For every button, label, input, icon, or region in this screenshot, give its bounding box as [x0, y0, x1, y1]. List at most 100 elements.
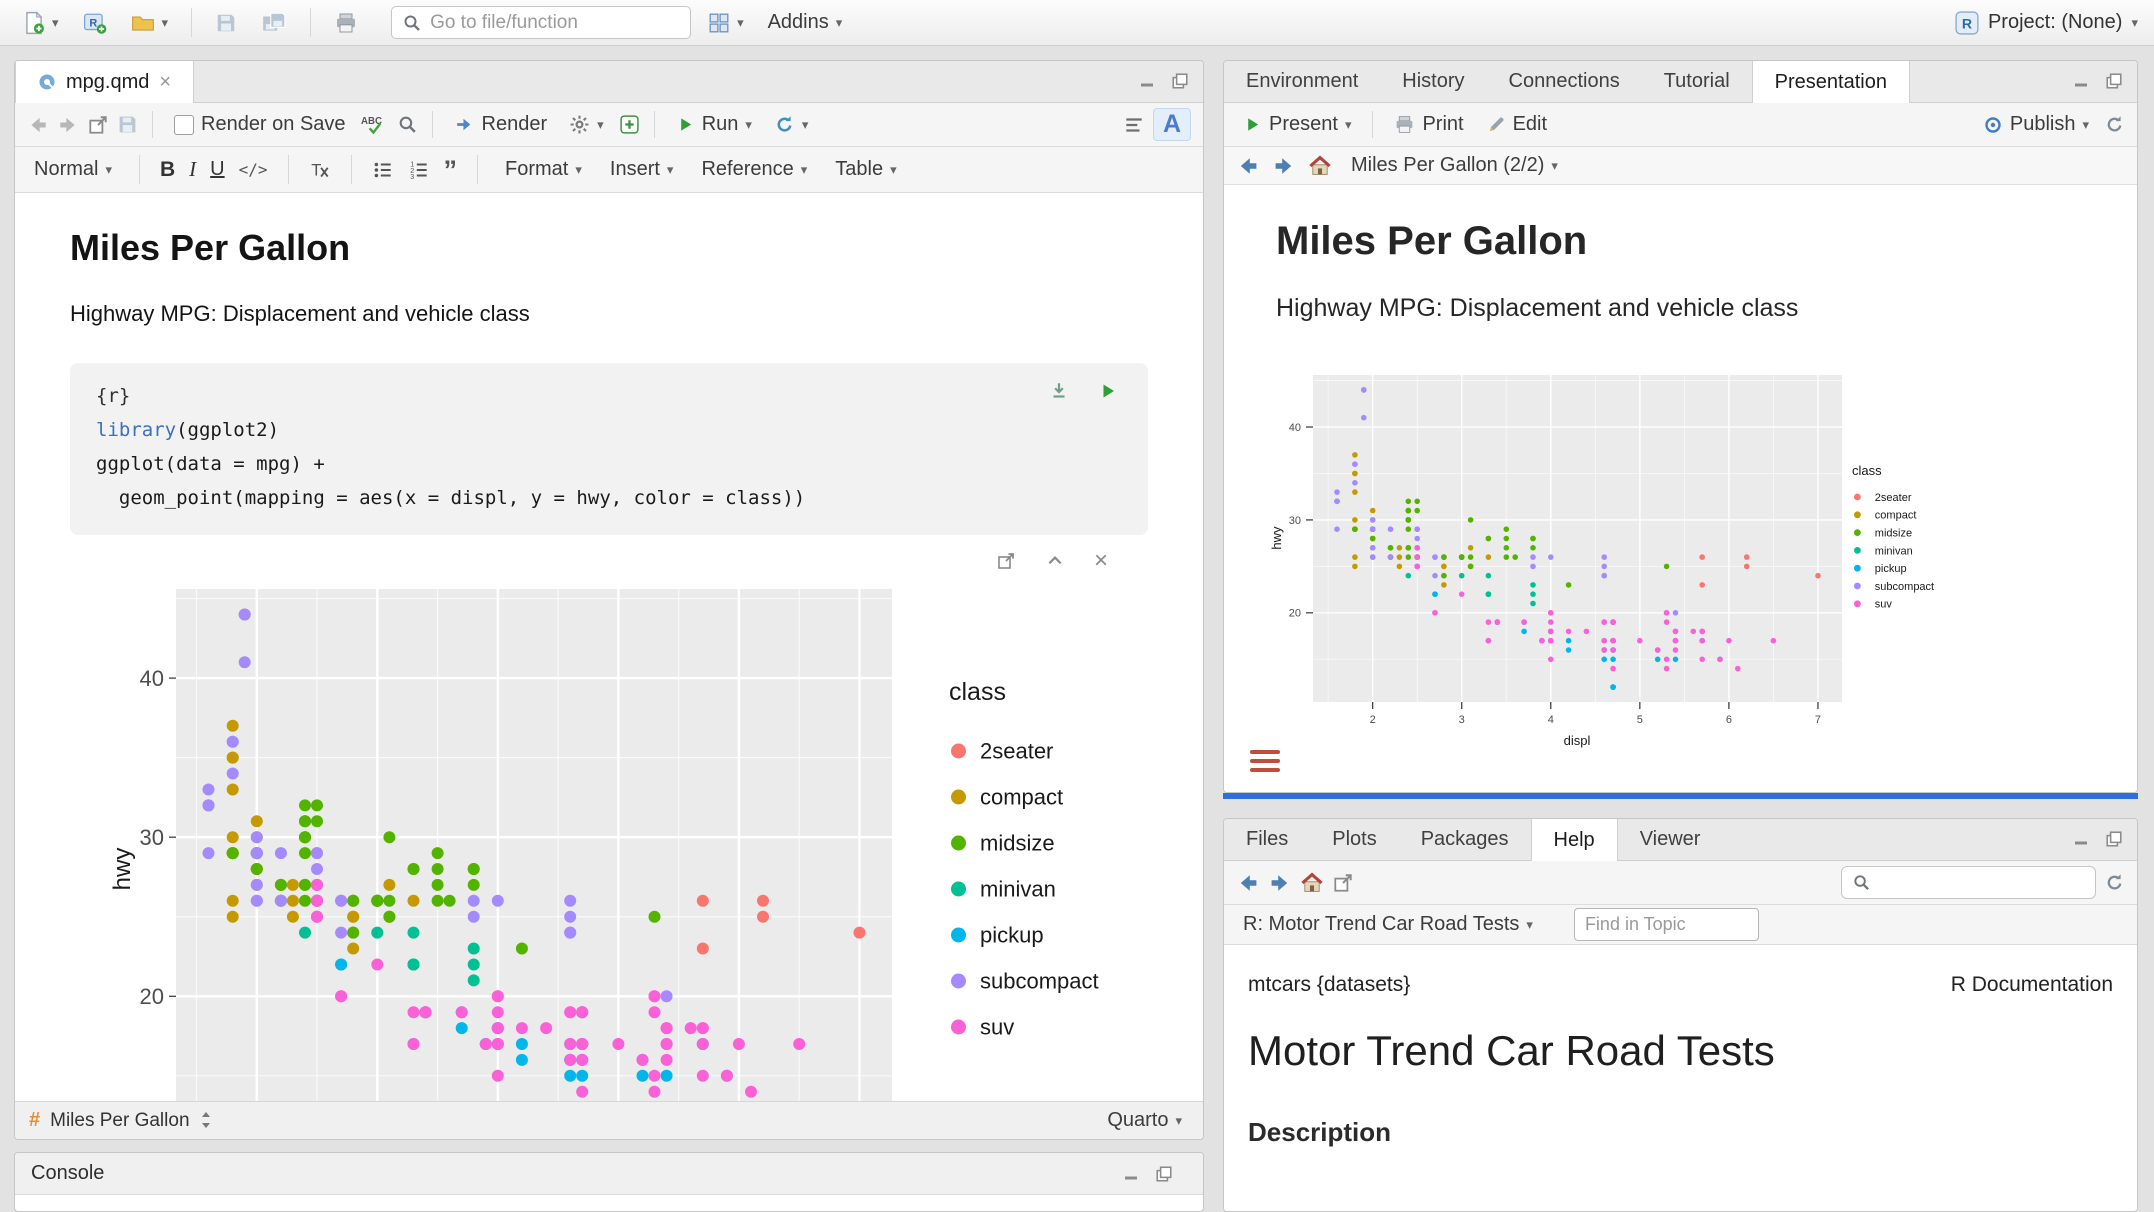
divider: [191, 8, 192, 37]
help-search-input[interactable]: [1879, 872, 2085, 893]
pane-splitter[interactable]: [1223, 793, 2138, 799]
help-topic-label: R: Motor Trend Car Road Tests: [1243, 913, 1519, 936]
tab-tutorial[interactable]: Tutorial: [1642, 61, 1752, 102]
save-button[interactable]: [208, 8, 244, 37]
save-icon[interactable]: [117, 114, 138, 135]
outline-icon[interactable]: [1123, 114, 1145, 136]
back-icon[interactable]: [27, 114, 49, 136]
run-chunk-icon[interactable]: [1098, 379, 1118, 402]
help-topic-menu[interactable]: R: Motor Trend Car Road Tests ▾: [1236, 910, 1540, 939]
minimize-pane-icon[interactable]: [2073, 831, 2089, 849]
print-button[interactable]: [327, 8, 365, 38]
run-chunks-above-icon[interactable]: [1048, 379, 1070, 402]
back-icon[interactable]: [1236, 871, 1260, 895]
code-chunk[interactable]: {r} library(ggplot2)ggplot(data = mpg) +…: [70, 363, 1148, 535]
workspace-panes-button[interactable]: ▾: [701, 8, 751, 37]
svg-text:20: 20: [1289, 608, 1301, 620]
paragraph-style-menu[interactable]: Normal ▾: [27, 155, 119, 184]
svg-text:T: T: [311, 161, 321, 179]
document-editor[interactable]: Miles Per Gallon Highway MPG: Displaceme…: [15, 193, 1203, 1101]
tab-presentation[interactable]: Presentation: [1752, 61, 1910, 103]
home-icon[interactable]: [1308, 154, 1332, 178]
minimize-pane-icon[interactable]: [1139, 73, 1155, 91]
maximize-pane-icon[interactable]: [2105, 72, 2123, 90]
console-title[interactable]: Console: [31, 1162, 104, 1185]
addins-menu[interactable]: Addins ▾: [761, 8, 850, 37]
clear-format-icon[interactable]: T: [309, 159, 331, 181]
svg-text:subcompact: subcompact: [980, 969, 1099, 994]
forward-icon[interactable]: [57, 114, 79, 136]
save-all-button[interactable]: [254, 8, 294, 38]
present-button[interactable]: Present ▾: [1236, 110, 1358, 139]
goto-file-input[interactable]: [430, 12, 680, 34]
help-package-label: mtcars {datasets}: [1248, 973, 1410, 997]
refresh-icon[interactable]: [2104, 114, 2125, 135]
tab-packages[interactable]: Packages: [1399, 819, 1531, 860]
new-file-button[interactable]: ▾: [16, 8, 66, 38]
tab-history[interactable]: History: [1380, 61, 1486, 102]
italic-button[interactable]: I: [189, 157, 196, 182]
close-icon[interactable]: ×: [159, 71, 171, 94]
numbered-list-icon[interactable]: 123: [408, 159, 430, 181]
render-options-button[interactable]: ▾: [562, 110, 611, 139]
forward-icon[interactable]: [1268, 871, 1292, 895]
bullet-list-icon[interactable]: [372, 159, 394, 181]
rerun-button[interactable]: ▾: [767, 110, 816, 139]
insert-menu[interactable]: Insert▾: [603, 155, 681, 184]
tab-connections[interactable]: Connections: [1487, 61, 1642, 102]
tab-plots[interactable]: Plots: [1310, 819, 1398, 860]
goto-file-search[interactable]: [391, 6, 691, 39]
underline-button[interactable]: U: [210, 158, 224, 181]
maximize-pane-icon[interactable]: [1155, 1162, 1173, 1185]
slide-menu-icon[interactable]: [1250, 750, 1280, 772]
collapse-output-icon[interactable]: [1046, 552, 1064, 570]
svg-text:20: 20: [140, 984, 164, 1009]
search-icon[interactable]: [397, 114, 418, 135]
help-search-box[interactable]: [1841, 866, 2096, 899]
minimize-pane-icon[interactable]: [1123, 1162, 1139, 1185]
minimize-pane-icon[interactable]: [2073, 73, 2089, 91]
format-menu[interactable]: Format▾: [498, 155, 589, 184]
home-icon[interactable]: [1300, 871, 1324, 895]
find-in-topic-input[interactable]: [1574, 908, 1759, 941]
table-menu[interactable]: Table▾: [828, 155, 903, 184]
popout-icon[interactable]: [87, 114, 109, 136]
render-label: Render: [482, 113, 548, 136]
blockquote-icon[interactable]: ”: [444, 161, 458, 179]
edit-button[interactable]: Edit: [1479, 110, 1554, 139]
tab-help[interactable]: Help: [1531, 819, 1618, 861]
print-button[interactable]: Print: [1387, 110, 1470, 139]
maximize-pane-icon[interactable]: [1171, 72, 1189, 90]
open-file-button[interactable]: ▾: [124, 8, 176, 37]
refresh-icon[interactable]: [2104, 872, 2125, 893]
maximize-pane-icon[interactable]: [2105, 830, 2123, 848]
run-button[interactable]: Run ▾: [669, 110, 759, 139]
project-menu[interactable]: R Project: (None) ▾: [1955, 11, 2138, 35]
code-icon[interactable]: </>: [239, 160, 268, 179]
new-project-button[interactable]: R: [76, 8, 114, 38]
editor-mode-menu[interactable]: Quarto ▾: [1100, 1106, 1189, 1135]
publish-button[interactable]: Publish ▾: [1976, 110, 2096, 139]
bold-button[interactable]: B: [160, 158, 175, 182]
svg-text:minivan: minivan: [1875, 545, 1913, 557]
slide-navigation-menu[interactable]: Miles Per Gallon (2/2) ▾: [1344, 151, 1565, 180]
popout-icon[interactable]: [1332, 872, 1354, 894]
tab-viewer[interactable]: Viewer: [1618, 819, 1723, 860]
format-toolbar: Normal ▾ B I U </> T 123 ” Format▾ Inser…: [15, 147, 1203, 193]
render-on-save-checkbox[interactable]: Render on Save: [167, 110, 353, 139]
tab-files[interactable]: Files: [1224, 819, 1310, 860]
back-icon[interactable]: [1236, 154, 1260, 178]
spellcheck-icon[interactable]: ABC: [361, 114, 389, 136]
output-popout-icon[interactable]: [996, 551, 1016, 571]
insert-chunk-icon[interactable]: [619, 114, 640, 135]
updown-icon[interactable]: [200, 1110, 212, 1132]
reference-menu[interactable]: Reference▾: [694, 155, 814, 184]
outline-location[interactable]: Miles Per Gallon: [50, 1110, 189, 1132]
visual-editor-toggle-icon[interactable]: A: [1153, 108, 1191, 141]
forward-icon[interactable]: [1272, 154, 1296, 178]
tab-label: Viewer: [1640, 828, 1701, 851]
clear-output-icon[interactable]: ×: [1094, 552, 1108, 570]
tab-mpg-qmd[interactable]: mpg.qmd ×: [15, 61, 194, 103]
render-button[interactable]: Render: [447, 110, 555, 139]
tab-environment[interactable]: Environment: [1224, 61, 1380, 102]
